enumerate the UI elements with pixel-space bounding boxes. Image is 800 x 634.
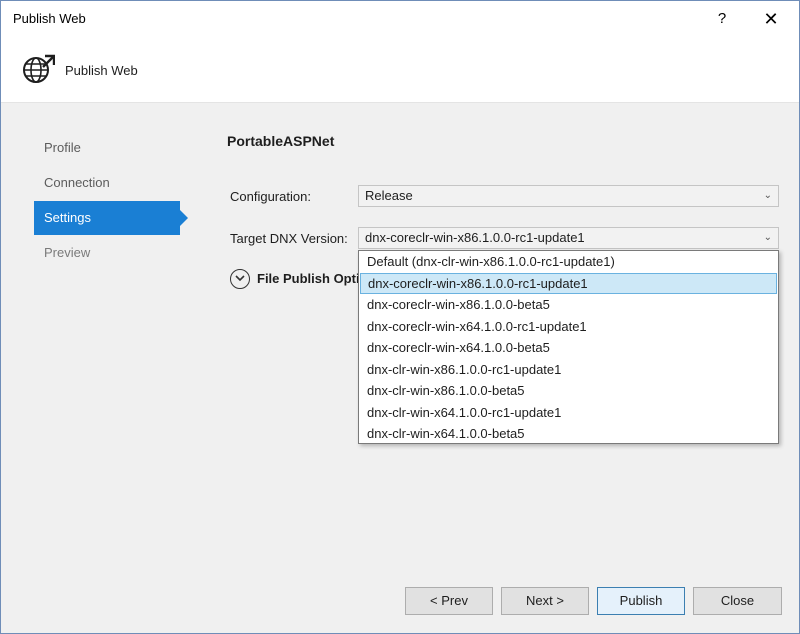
sidebar-item-label: Preview	[44, 245, 91, 260]
dropdown-option[interactable]: dnx-clr-win-x86.1.0.0-beta5	[360, 380, 777, 402]
expand-chevron-icon	[230, 269, 250, 289]
sidebar-item-profile[interactable]: Profile	[34, 131, 184, 165]
title-bar: Publish Web ? ✕	[1, 1, 799, 37]
configuration-value: Release	[365, 188, 413, 203]
configuration-label: Configuration:	[230, 189, 311, 204]
sidebar-item-label: Profile	[44, 140, 81, 155]
dropdown-option[interactable]: dnx-coreclr-win-x64.1.0.0-rc1-update1	[360, 316, 777, 338]
sidebar-item-preview[interactable]: Preview	[34, 236, 184, 270]
dialog-header: Publish Web	[1, 37, 799, 103]
sidebar-item-label: Connection	[44, 175, 110, 190]
dnx-version-select[interactable]: dnx-coreclr-win-x86.1.0.0-rc1-update1 ⌄	[358, 227, 779, 249]
close-window-button[interactable]: ✕	[753, 4, 789, 34]
close-button[interactable]: Close	[693, 587, 782, 615]
dropdown-option[interactable]: dnx-clr-win-x64.1.0.0-beta5	[360, 423, 777, 445]
dropdown-option[interactable]: dnx-coreclr-win-x86.1.0.0-beta5	[360, 294, 777, 316]
dnx-version-value: dnx-coreclr-win-x86.1.0.0-rc1-update1	[365, 230, 585, 245]
next-button[interactable]: Next >	[501, 587, 589, 615]
window-title: Publish Web	[13, 11, 86, 26]
sidebar-nav: Profile Connection Settings Preview	[34, 131, 188, 271]
dnx-version-dropdown-list: Default (dnx-clr-win-x86.1.0.0-rc1-updat…	[358, 250, 779, 444]
profile-name: PortableASPNet	[227, 133, 335, 149]
dropdown-option-selected[interactable]: dnx-coreclr-win-x86.1.0.0-rc1-update1	[360, 272, 777, 294]
help-button[interactable]: ?	[707, 4, 737, 34]
sidebar-item-label: Settings	[44, 210, 91, 225]
globe-publish-icon	[21, 53, 56, 87]
file-publish-options-label: File Publish Options	[257, 271, 367, 286]
chevron-down-icon: ⌄	[763, 190, 772, 201]
publish-button[interactable]: Publish	[597, 587, 685, 615]
dropdown-option[interactable]: dnx-clr-win-x64.1.0.0-rc1-update1	[360, 402, 777, 424]
sidebar-item-settings[interactable]: Settings	[34, 201, 188, 235]
publish-web-dialog: Publish Web ? ✕ Publish Web Profile Conn…	[0, 0, 800, 634]
prev-button[interactable]: < Prev	[405, 587, 493, 615]
dropdown-option[interactable]: dnx-coreclr-win-x64.1.0.0-beta5	[360, 337, 777, 359]
header-title: Publish Web	[65, 63, 138, 78]
dnx-version-label: Target DNX Version:	[230, 231, 348, 246]
sidebar-item-connection[interactable]: Connection	[34, 166, 184, 200]
dropdown-option[interactable]: dnx-clr-win-x86.1.0.0-rc1-update1	[360, 359, 777, 381]
dropdown-option[interactable]: Default (dnx-clr-win-x86.1.0.0-rc1-updat…	[360, 251, 777, 273]
configuration-select[interactable]: Release ⌄	[358, 185, 779, 207]
chevron-down-icon: ⌄	[763, 232, 772, 243]
